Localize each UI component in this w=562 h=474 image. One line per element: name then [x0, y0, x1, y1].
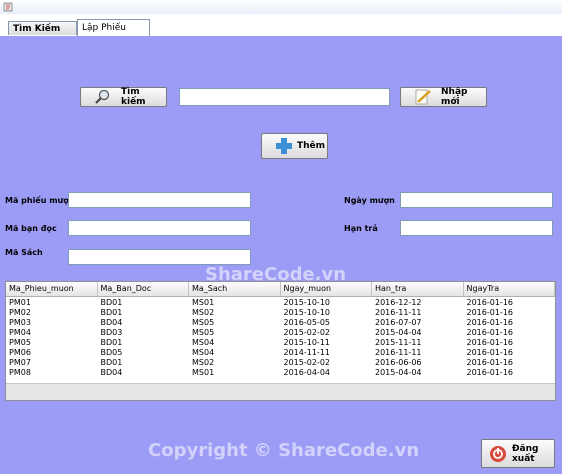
table-cell: 2016-01-16 — [466, 298, 514, 307]
table-cell: 2016-06-06 — [375, 358, 422, 367]
table-cell: 2015-11-11 — [375, 338, 422, 347]
table-cell: 2015-10-10 — [283, 298, 331, 307]
table-cell: BD03 — [100, 328, 123, 337]
add-button[interactable]: Thêm — [261, 133, 328, 159]
ma-phieu-muon-field[interactable] — [68, 192, 251, 208]
table-row[interactable]: PM06 BD05 MS04 2014-11-11 2016-11-11 201… — [6, 348, 555, 358]
column-header[interactable]: Han_tra — [372, 282, 464, 296]
horizontal-scrollbar[interactable] — [6, 383, 555, 400]
table-cell: 2016-01-16 — [466, 368, 514, 377]
table-row[interactable]: PM08 BD04 MS01 2016-04-04 2015-04-04 201… — [6, 368, 555, 378]
table-cell: 2015-10-10 — [283, 308, 331, 317]
logout-button[interactable]: Đăng xuất — [481, 439, 555, 468]
watermark-center: ShareCode.vn — [205, 264, 347, 285]
table-cell: PM04 — [9, 328, 31, 337]
han-tra-field[interactable] — [400, 220, 553, 236]
column-header[interactable]: Ma_Phieu_muon — [6, 282, 98, 296]
table-cell: MS04 — [192, 348, 215, 357]
table-cell: 2015-02-02 — [283, 328, 331, 337]
tab-tim-kiem-sach[interactable]: Tìm Kiếm Sách — [8, 21, 77, 48]
table-cell: 2016-04-04 — [283, 368, 331, 377]
table-cell: MS05 — [192, 328, 215, 337]
table-cell: PM06 — [9, 348, 31, 357]
logout-button-label: Đăng xuất — [512, 443, 539, 464]
table-cell: BD01 — [100, 358, 123, 367]
table-cell: 2014-11-11 — [283, 348, 331, 357]
ngay-muon-field[interactable] — [400, 192, 553, 208]
table-cell: 2016-01-16 — [466, 338, 514, 347]
java-app-icon — [3, 2, 13, 12]
table-cell: 2015-10-11 — [283, 338, 331, 347]
table-cell: MS02 — [192, 308, 215, 317]
ma-sach-label: Mã Sách — [5, 248, 43, 257]
table-cell: 2016-01-16 — [466, 318, 514, 327]
table-cell: 2016-12-12 — [375, 298, 422, 307]
tab-lap-phieu-muon[interactable]: Lập Phiếu Mượn — [77, 19, 150, 50]
column-header[interactable]: NgayTra — [464, 282, 555, 296]
table-row[interactable]: PM07 BD01 MS02 2015-02-02 2016-06-06 201… — [6, 358, 555, 368]
search-button-label: Tìm kiếm — [121, 87, 146, 107]
table-cell: 2015-02-02 — [283, 358, 331, 367]
table-cell: PM08 — [9, 368, 31, 377]
table-cell: PM02 — [9, 308, 31, 317]
add-button-label: Thêm — [297, 141, 326, 151]
table-cell: 2016-01-16 — [466, 348, 514, 357]
table-cell: 2016-05-05 — [283, 318, 331, 327]
new-entry-button[interactable]: Nhập mới — [400, 87, 487, 107]
table-cell: 2016-11-11 — [375, 308, 422, 317]
table-row[interactable]: PM01 BD01 MS01 2015-10-10 2016-12-12 201… — [6, 298, 555, 308]
table-row[interactable]: PM02 BD01 MS02 2015-10-10 2016-11-11 201… — [6, 308, 555, 318]
table-cell: BD01 — [100, 298, 123, 307]
table-cell: MS01 — [192, 368, 215, 377]
ma-sach-field[interactable] — [68, 249, 251, 265]
ma-ban-doc-field[interactable] — [68, 220, 251, 236]
column-header[interactable]: Ma_Ban_Doc — [98, 282, 189, 296]
ngay-muon-label: Ngày mượn — [344, 196, 395, 205]
table-cell: MS05 — [192, 318, 215, 327]
table-row[interactable]: PM05 BD01 MS04 2015-10-11 2015-11-11 201… — [6, 338, 555, 348]
pencil-icon — [413, 89, 433, 105]
table-row[interactable]: PM04 BD03 MS05 2015-02-02 2015-04-04 201… — [6, 328, 555, 338]
table-cell: BD04 — [100, 368, 123, 377]
han-tra-label: Hạn trả — [344, 224, 378, 233]
table-cell: 2016-01-16 — [466, 308, 514, 317]
watermark-copyright: Copyright © ShareCode.vn — [148, 440, 420, 461]
table-cell: 2015-04-04 — [375, 368, 422, 377]
loan-table: Ma_Phieu_muon Ma_Ban_Doc Ma_Sach Ngay_mu… — [5, 281, 556, 401]
table-cell: 2016-01-16 — [466, 358, 514, 367]
search-input[interactable] — [179, 88, 390, 106]
table-cell: PM05 — [9, 338, 31, 347]
table-cell: 2016-11-11 — [375, 348, 422, 357]
table-cell: BD01 — [100, 338, 123, 347]
magnifier-icon — [93, 89, 113, 105]
table-cell: PM03 — [9, 318, 31, 327]
table-cell: 2016-07-07 — [375, 318, 422, 327]
logout-icon — [488, 445, 508, 462]
plus-icon — [274, 138, 294, 154]
table-cell: PM07 — [9, 358, 31, 367]
table-cell: BD04 — [100, 318, 123, 327]
table-cell: 2016-01-16 — [466, 328, 514, 337]
search-button[interactable]: Tìm kiếm — [80, 87, 167, 107]
table-cell: MS02 — [192, 358, 215, 367]
ma-phieu-muon-label: Mã phiếu mượn — [5, 196, 75, 205]
table-cell: 2015-04-04 — [375, 328, 422, 337]
table-cell: MS04 — [192, 338, 215, 347]
table-cell: BD01 — [100, 308, 123, 317]
main-panel: Tìm kiếm Nhập mới Thêm Mã phiếu mượn Mã … — [0, 36, 562, 474]
new-entry-label: Nhập mới — [441, 87, 468, 107]
ma-ban-doc-label: Mã bạn đọc — [5, 224, 57, 233]
table-cell: BD05 — [100, 348, 123, 357]
table-cell: PM01 — [9, 298, 31, 307]
table-row[interactable]: PM03 BD04 MS05 2016-05-05 2016-07-07 201… — [6, 318, 555, 328]
table-cell: MS01 — [192, 298, 215, 307]
